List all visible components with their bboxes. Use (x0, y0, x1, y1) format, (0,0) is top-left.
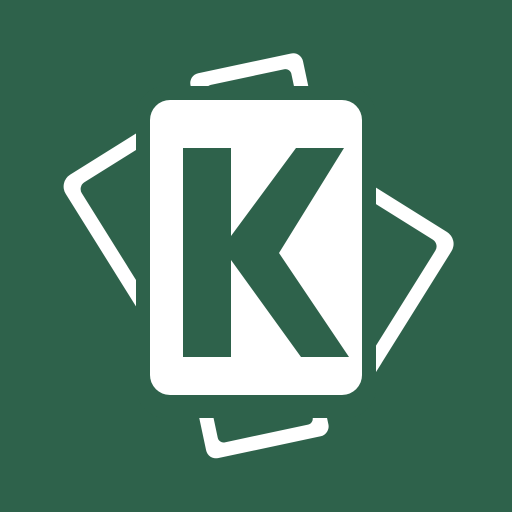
cards-k-logo-icon (0, 0, 512, 512)
app-icon[interactable] (0, 0, 512, 512)
